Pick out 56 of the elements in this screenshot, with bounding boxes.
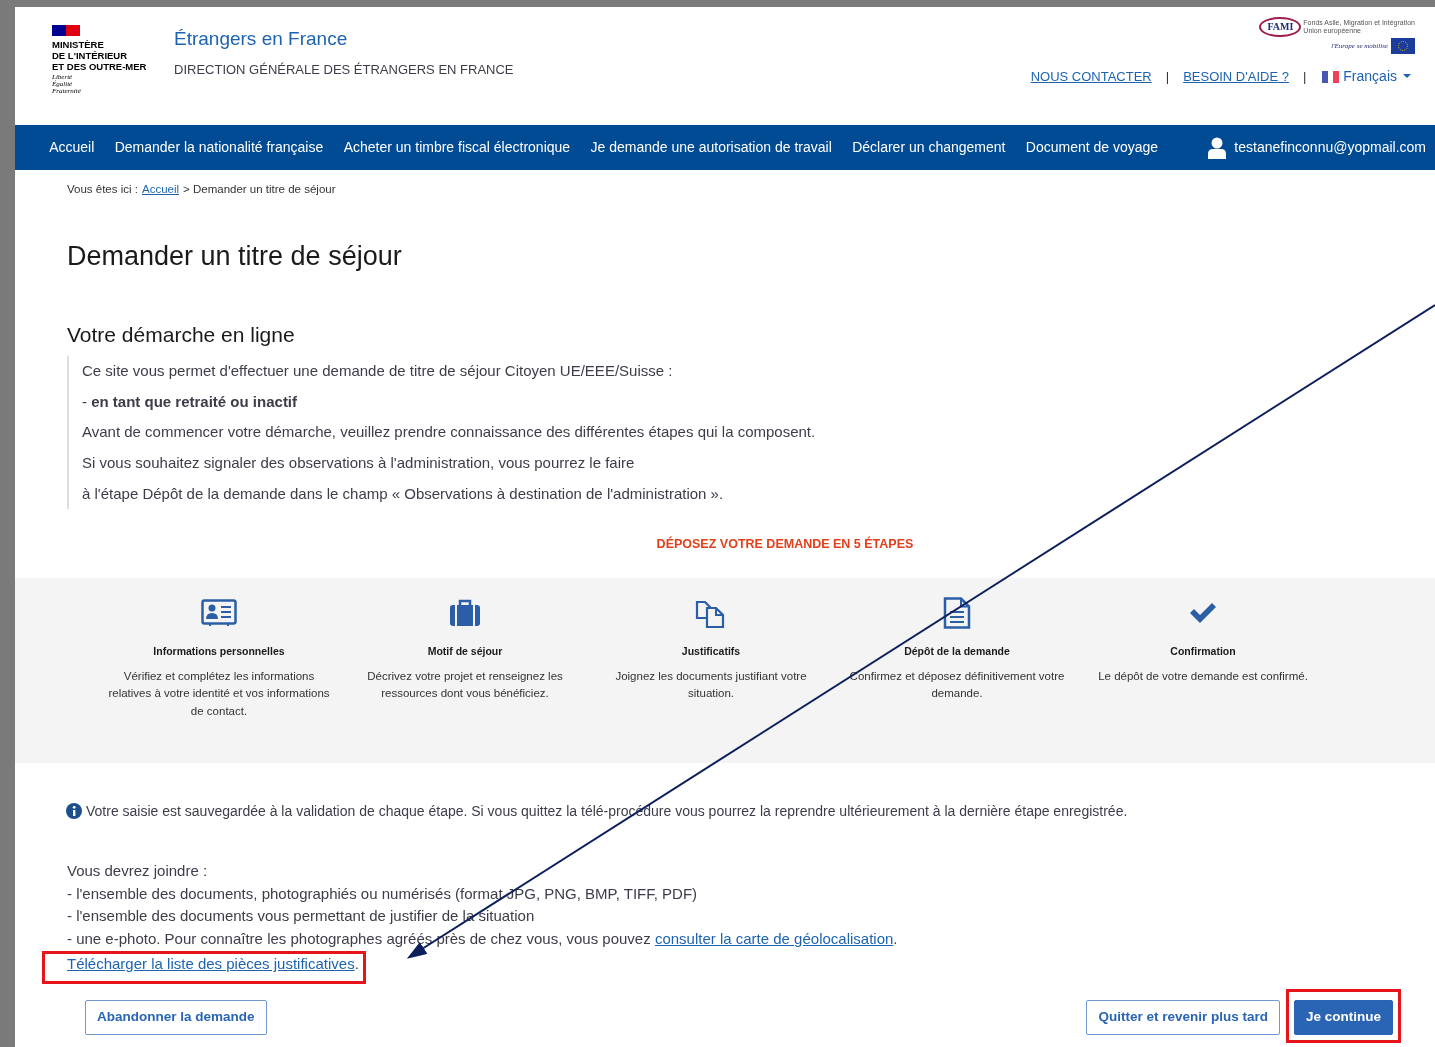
info-icon bbox=[66, 803, 82, 820]
requirements-text: - une e-photo. Pour connaître les photographes agréés près de chez vous, vous pouvez bbox=[67, 929, 652, 947]
breadcrumb-link[interactable]: Accueil bbox=[141, 181, 180, 199]
punctuation: . bbox=[893, 929, 898, 947]
secondary-button[interactable]: Abandonner la demande bbox=[85, 999, 267, 1035]
intro-text: Avant de commencer votre démarche, veuillez prendre connaissance des différentes étapes qui la composent. bbox=[82, 422, 817, 443]
document-icon bbox=[943, 596, 971, 629]
step-description: Le dépôt de votre demande est confirmé. bbox=[1098, 668, 1308, 684]
step-title: Informations personnelles bbox=[153, 643, 285, 659]
separator: | bbox=[1301, 67, 1308, 86]
download-link[interactable]: Télécharger la liste des pièces justificatives bbox=[67, 955, 355, 973]
step-description: Confirmez et déposez définitivement votre demande. bbox=[848, 668, 1066, 702]
intro-text: Ce site vous permet d'effectuer une demande de titre de séjour Citoyen UE/EEE/Suisse : bbox=[82, 361, 674, 382]
requirements-text: Vous devrez joindre : bbox=[67, 860, 209, 881]
user-account-link[interactable]: testanefinconnu@yopmail.com bbox=[1234, 137, 1426, 158]
secondary-button[interactable]: Quitter et revenir plus tard bbox=[1086, 999, 1280, 1035]
step-title: Confirmation bbox=[1170, 643, 1236, 659]
nav-link[interactable]: Document de voyage bbox=[1015, 137, 1169, 158]
nav-link[interactable]: Je demande une autorisation de travail bbox=[580, 137, 842, 158]
step-description: Vérifiez et complétez les informations relatives à votre identité et vos informations de contact. bbox=[108, 668, 330, 719]
caret-icon bbox=[1403, 74, 1411, 79]
nav-link[interactable]: Accueil bbox=[39, 137, 105, 158]
briefcase-icon bbox=[449, 598, 481, 627]
step-description: Joignez les documents justifiant votre situation. bbox=[614, 668, 808, 702]
fund-acronym: FAMI bbox=[1259, 17, 1302, 37]
user-icon bbox=[1208, 136, 1227, 159]
step-title: Motif de séjour bbox=[427, 643, 503, 659]
nav-link[interactable]: Acheter un timbre fiscal électronique bbox=[333, 137, 581, 158]
header-link[interactable]: BESOIN D'AIDE ? bbox=[1183, 66, 1289, 87]
intro-text: - en tant que retraité ou inactif bbox=[82, 391, 299, 412]
eu-flag-icon bbox=[1391, 38, 1415, 54]
nav-link[interactable]: Déclarer un changement bbox=[841, 137, 1016, 158]
requirements-text: - l'ensemble des documents, photographiés ou numérisés (format JPG, PNG, BMP, TIFF, PDF) bbox=[67, 883, 699, 904]
intro-text: Si vous souhaitez signaler des observations à l'administration, vous pourrez le faire bbox=[82, 453, 636, 474]
flag-icon bbox=[1322, 70, 1340, 83]
nav-link[interactable]: Demander la nationalité française bbox=[104, 137, 334, 158]
step-title: Dépôt de la demande bbox=[904, 643, 1010, 659]
punctuation: . bbox=[354, 954, 359, 975]
header-link[interactable]: NOUS CONTACTER bbox=[1030, 66, 1152, 87]
continue-button[interactable]: Je continue bbox=[1294, 999, 1393, 1035]
flag-icon bbox=[52, 25, 80, 36]
separator: | bbox=[1164, 67, 1171, 86]
breadcrumb-label: Vous êtes ici : bbox=[67, 182, 138, 197]
page-title: Demander un titre de séjour bbox=[66, 240, 403, 274]
checkmark-icon bbox=[1189, 601, 1217, 624]
section-title: Votre démarche en ligne bbox=[66, 321, 296, 348]
breadcrumb-current: > Demander un titre de séjour bbox=[183, 182, 336, 197]
step-description: Décrivez votre projet et renseignez les ressources dont vous bénéficiez. bbox=[366, 668, 564, 702]
step-title: Justificatifs bbox=[681, 643, 741, 659]
intro-text: à l'étape Dépôt de la demande dans le champ « Observations à destination de l'administration ». bbox=[82, 483, 725, 504]
site-subtitle: DIRECTION GÉNÉRALE DES ÉTRANGERS EN FRANCE bbox=[174, 60, 514, 79]
ministry-name: MINISTÈRE DE L'INTÉRIEUR ET DES OUTRE-MER bbox=[52, 39, 148, 72]
id-card-icon bbox=[201, 598, 237, 627]
language-selector[interactable]: Français bbox=[1322, 66, 1411, 87]
steps-heading: DÉPOSEZ VOTRE DEMANDE EN 5 ÉTAPES bbox=[655, 535, 915, 554]
site-title[interactable]: Étrangers en France bbox=[174, 25, 514, 54]
